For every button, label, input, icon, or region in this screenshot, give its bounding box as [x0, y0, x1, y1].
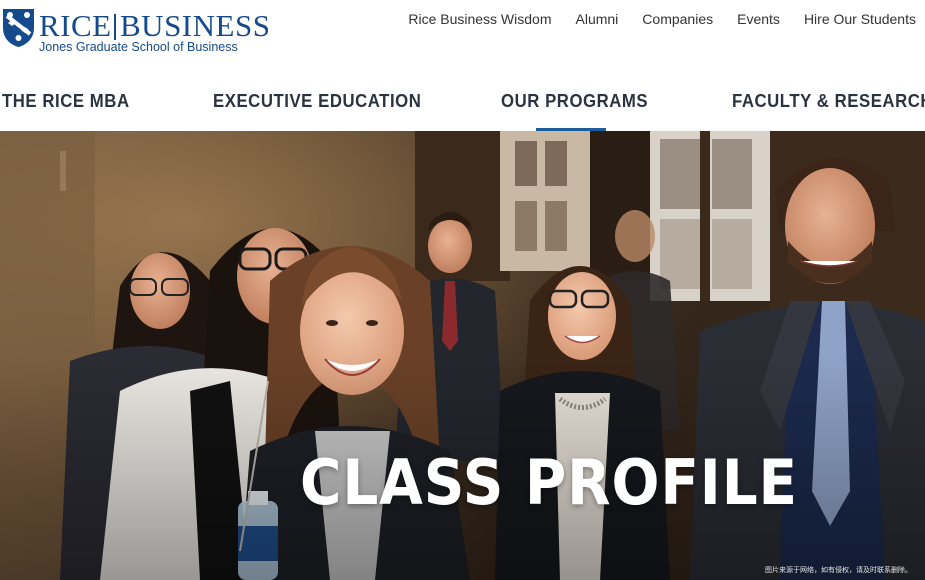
logo-divider — [114, 14, 116, 40]
image-watermark: 图片来源于网络，如有侵权，请及时联系删除。 — [765, 567, 912, 574]
main-nav: THE RICE MBA EXECUTIVE EDUCATION OUR PRO… — [0, 86, 925, 131]
nav-item-rice-mba[interactable]: THE RICE MBA — [2, 90, 130, 112]
utility-link-wisdom[interactable]: Rice Business Wisdom — [408, 10, 551, 28]
logo-rice-text: RICE — [39, 8, 112, 43]
utility-link-events[interactable]: Events — [737, 10, 780, 28]
nav-item-executive-education[interactable]: EXECUTIVE EDUCATION — [213, 90, 421, 112]
utility-link-hire[interactable]: Hire Our Students — [804, 10, 916, 28]
utility-link-companies[interactable]: Companies — [642, 10, 713, 28]
rice-business-logo[interactable]: RICE BUSINESS Jones Graduate School of B… — [2, 6, 270, 56]
hero-banner: CLASS PROFILE 图片来源于网络，如有侵权，请及时联系删除。 — [0, 131, 925, 580]
nav-item-our-programs[interactable]: OUR PROGRAMS — [501, 90, 648, 112]
utility-link-alumni[interactable]: Alumni — [576, 10, 619, 28]
logo-subtitle: Jones Graduate School of Business — [39, 40, 238, 54]
owl-shield-icon — [3, 9, 34, 47]
utility-nav: Rice Business Wisdom Alumni Companies Ev… — [384, 10, 916, 28]
site-header: RICE BUSINESS Jones Graduate School of B… — [0, 0, 925, 132]
logo-business-text: BUSINESS — [120, 8, 271, 43]
hero-title: CLASS PROFILE — [300, 446, 799, 519]
nav-item-faculty-research[interactable]: FACULTY & RESEARCH — [732, 90, 925, 112]
